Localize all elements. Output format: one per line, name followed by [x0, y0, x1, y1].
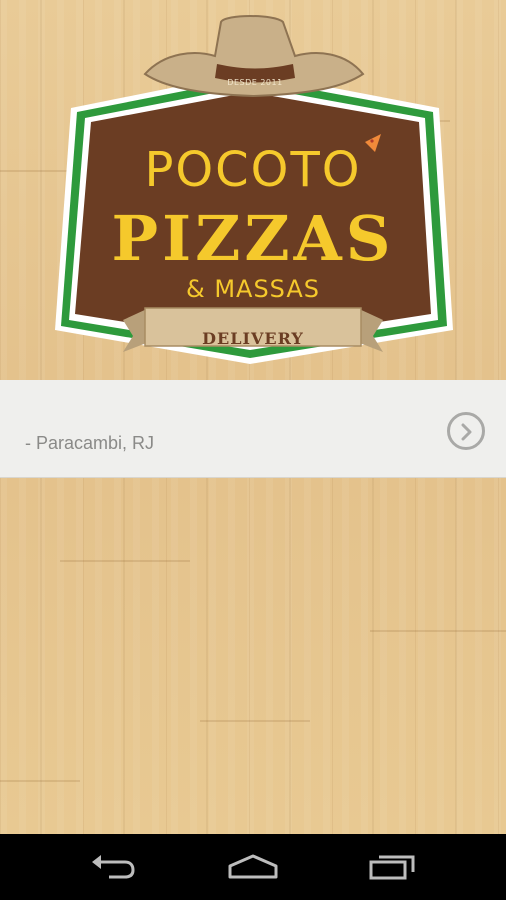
store-location-label: - Paracambi, RJ: [25, 433, 155, 453]
store-list-item[interactable]: - Paracambi, RJ: [0, 380, 506, 478]
nav-home-button[interactable]: [208, 834, 298, 900]
logo-brand-pocoto: POCOTO: [144, 142, 362, 198]
pocoto-pizzas-logo: DESDE 2011 POCOTO PIZZAS & MASSAS DELIVE…: [45, 12, 461, 372]
logo-brand-pizzas: PIZZAS: [111, 202, 395, 275]
logo-hat-band-text: DESDE 2011: [227, 78, 283, 87]
chevron-right-circle-icon[interactable]: [447, 412, 485, 450]
back-icon: [92, 855, 135, 879]
list-divider: [0, 477, 506, 478]
nav-back-button[interactable]: [68, 834, 158, 900]
recent-apps-icon: [369, 855, 415, 880]
logo-brand-massas: & MASSAS: [185, 275, 321, 303]
nav-recent-apps-button[interactable]: [348, 834, 438, 900]
home-icon: [228, 854, 278, 879]
system-navigation-bar: [0, 834, 506, 900]
logo-ribbon-delivery: DELIVERY: [202, 329, 304, 348]
